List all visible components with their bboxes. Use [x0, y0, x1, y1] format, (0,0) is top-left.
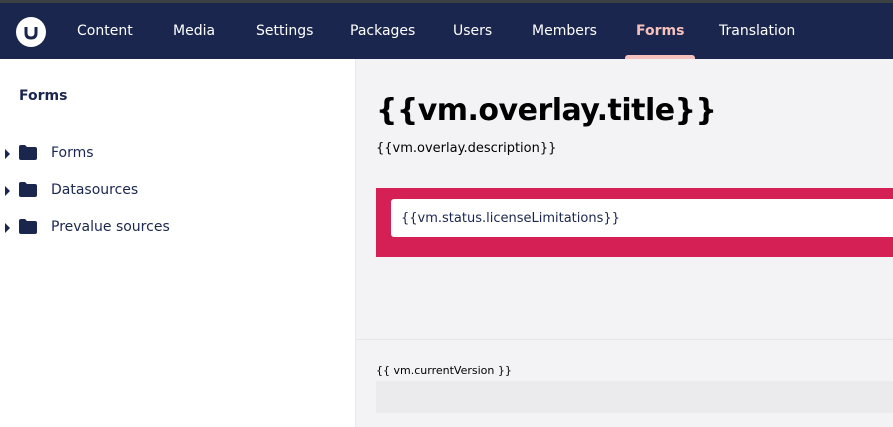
nav-item-settings[interactable]: Settings [256, 3, 313, 59]
tree-item-label: Forms [51, 145, 94, 161]
folder-icon [19, 145, 37, 160]
overlay-description: {{vm.overlay.description}} [376, 141, 557, 156]
tree-item-label: Prevalue sources [51, 219, 170, 235]
license-alert-message: {{vm.status.licenseLimitations}} [391, 199, 893, 237]
tree-item-forms[interactable]: Forms [0, 142, 355, 166]
folder-icon [19, 182, 37, 197]
caret-right-icon[interactable] [5, 223, 10, 233]
nav-item-forms[interactable]: Forms [624, 3, 697, 59]
current-version-label: {{ vm.currentVersion }} [376, 364, 512, 377]
sidebar-title: Forms [19, 88, 68, 104]
tree-item-label: Datasources [51, 182, 139, 198]
caret-right-icon[interactable] [5, 186, 10, 196]
nav-item-packages[interactable]: Packages [350, 3, 415, 59]
nav-item-members[interactable]: Members [532, 3, 597, 59]
divider [356, 339, 893, 340]
license-alert: {{vm.status.licenseLimitations}} [376, 188, 893, 257]
nav-item-users[interactable]: Users [453, 3, 492, 59]
folder-icon [19, 219, 37, 234]
umbraco-logo-icon[interactable] [16, 17, 46, 47]
caret-right-icon[interactable] [5, 149, 10, 159]
nav-item-content[interactable]: Content [77, 3, 133, 59]
tree-item-prevalue-sources[interactable]: Prevalue sources [0, 216, 355, 240]
nav-item-translation[interactable]: Translation [719, 3, 795, 59]
overlay-title: {{vm.overlay.title}} [376, 93, 717, 128]
nav-item-media[interactable]: Media [173, 3, 215, 59]
sidebar: Forms Forms Datasources Prevalue sources [0, 59, 356, 427]
main-panel: {{vm.overlay.title}} {{vm.overlay.descri… [356, 59, 893, 427]
tree-item-datasources[interactable]: Datasources [0, 179, 355, 203]
top-navigation-bar: Content Media Settings Packages Users Me… [0, 3, 893, 59]
version-panel [376, 381, 893, 413]
